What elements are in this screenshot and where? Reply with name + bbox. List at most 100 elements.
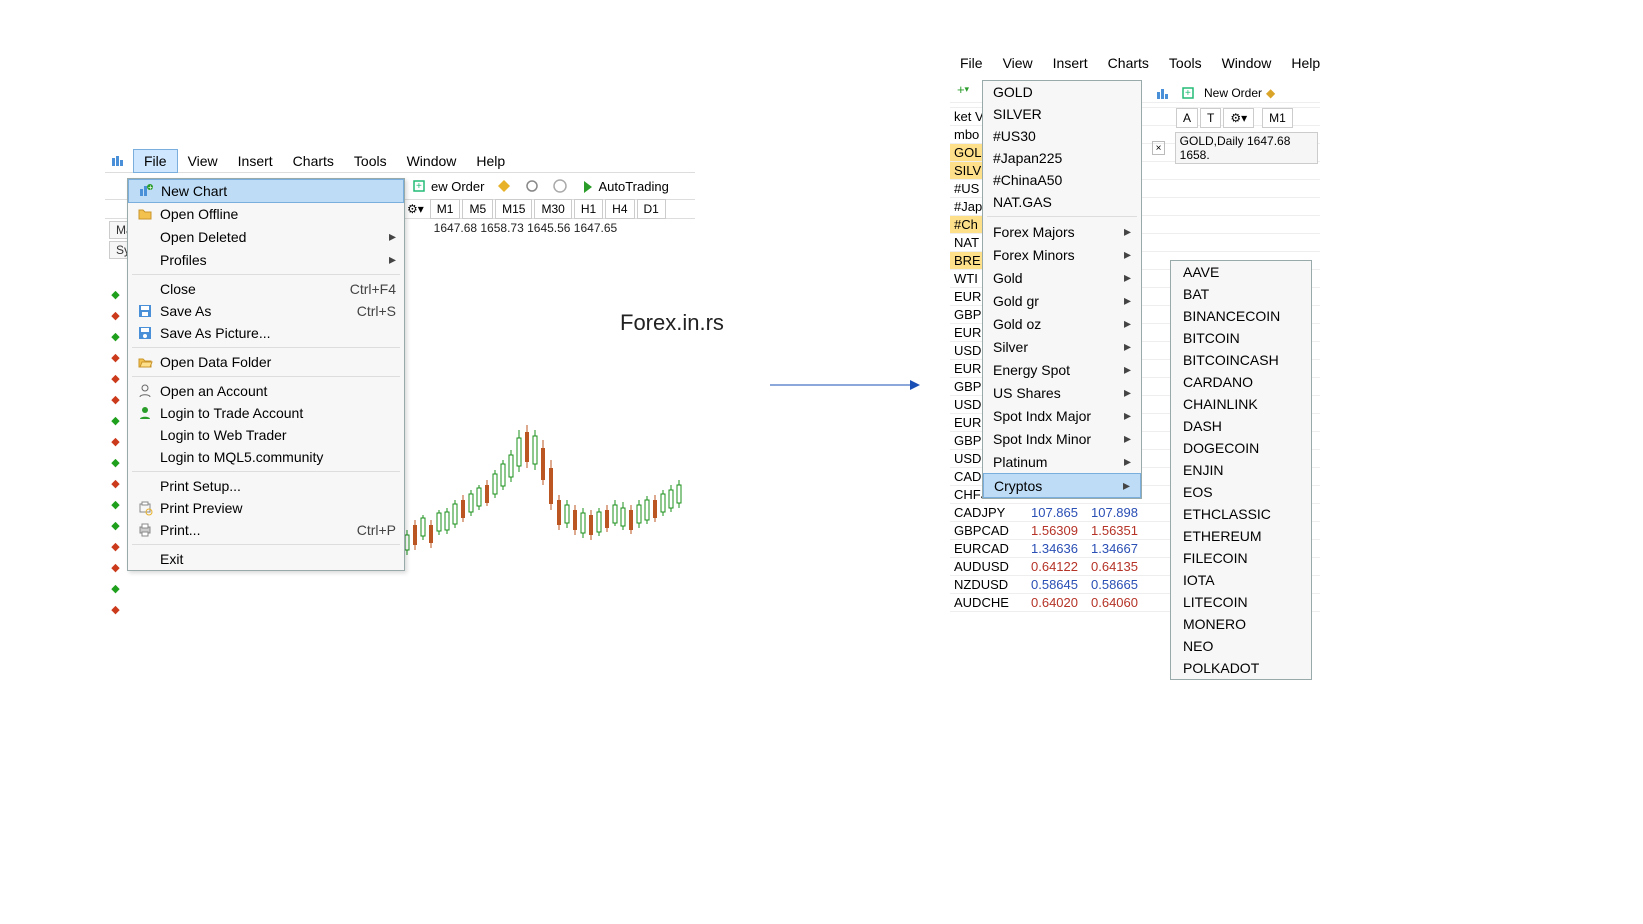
submenu-item-silver[interactable]: Silver▸ [983,335,1141,358]
menu-item-open-deleted[interactable]: Open Deleted▸ [128,225,404,248]
chart-icon[interactable] [1152,82,1174,104]
menu-tools-right[interactable]: Tools [1159,52,1212,74]
tf-m30[interactable]: M30 [534,199,571,219]
menu-charts[interactable]: Charts [283,150,344,172]
diamond-icon-right[interactable]: ◆ [1266,86,1275,100]
submenu-item-gold-gr[interactable]: Gold gr▸ [983,289,1141,312]
settings-icon[interactable]: ⚙▾ [407,202,424,216]
tf-m15[interactable]: M15 [495,199,532,219]
crypto-item-monero[interactable]: MONERO [1171,613,1311,635]
submenu-item-forex-minors[interactable]: Forex Minors▸ [983,243,1141,266]
chevron-right-icon: ▸ [1124,453,1131,470]
crypto-item-eos[interactable]: EOS [1171,481,1311,503]
crypto-item-dash[interactable]: DASH [1171,415,1311,437]
crypto-item-polkadot[interactable]: POLKADOT [1171,657,1311,679]
tf-m5[interactable]: M5 [462,199,493,219]
menu-insert-right[interactable]: Insert [1043,52,1098,74]
new-chart-submenu[interactable]: GOLDSILVER#US30#Japan225#ChinaA50NAT.GAS… [982,80,1142,499]
crypto-item-neo[interactable]: NEO [1171,635,1311,657]
menu-item-login-to-trade-account[interactable]: Login to Trade Account [128,402,404,424]
submenu-item-us-shares[interactable]: US Shares▸ [983,381,1141,404]
tf-m1[interactable]: M1 [430,199,461,219]
arrow-up-icon: ◆ [107,515,124,536]
autotrading-button[interactable]: AutoTrading [574,176,674,197]
arrow-up-icon: ◆ [107,410,124,431]
menu-window-right[interactable]: Window [1212,52,1282,74]
tf-d1[interactable]: D1 [637,199,666,219]
submenu-item-gold[interactable]: Gold▸ [983,266,1141,289]
close-icon[interactable]: × [1152,141,1165,155]
menu-item-login-to-mql5-community[interactable]: Login to MQL5.community [128,446,404,468]
tf-h4[interactable]: H4 [605,199,634,219]
submenu-item-spot-indx-minor[interactable]: Spot Indx Minor▸ [983,427,1141,450]
menu-item-save-as-picture-[interactable]: Save As Picture... [128,322,404,344]
menu-item-new-chart[interactable]: +New Chart [128,179,404,203]
menu-item-print-setup-[interactable]: Print Setup... [128,475,404,497]
submenu-item-silver[interactable]: SILVER [983,103,1141,125]
tf-h1[interactable]: H1 [574,199,603,219]
menu-view[interactable]: View [178,150,228,172]
globe-icon[interactable] [546,175,574,197]
menu-item-open-an-account[interactable]: Open an Account [128,380,404,402]
chevron-right-icon: ▸ [1124,338,1131,355]
settings-icon-right[interactable]: ⚙▾ [1223,108,1254,128]
price-line: 1647.68 1658.73 1645.56 1647.65 [434,221,618,239]
crypto-item-ethclassic[interactable]: ETHCLASSIC [1171,503,1311,525]
submenu-item-nat-gas[interactable]: NAT.GAS [983,191,1141,213]
menu-insert[interactable]: Insert [228,150,283,172]
menu-file[interactable]: File [133,149,178,173]
submenu-item-spot-indx-major[interactable]: Spot Indx Major▸ [983,404,1141,427]
tf-m1-right[interactable]: M1 [1262,108,1293,128]
menu-item-exit[interactable]: Exit [128,548,404,570]
crypto-item-cardano[interactable]: CARDANO [1171,371,1311,393]
menu-window[interactable]: Window [397,150,467,172]
cryptos-submenu[interactable]: AAVEBATBINANCECOINBITCOINBITCOINCASHCARD… [1170,260,1312,680]
crypto-item-litecoin[interactable]: LITECOIN [1171,591,1311,613]
expert-icon[interactable] [518,175,546,197]
chevron-right-icon: ▸ [1124,384,1131,401]
menu-help[interactable]: Help [466,150,515,172]
plus-dropdown-icon[interactable]: +▾ [952,78,974,100]
submenu-item--japan225[interactable]: #Japan225 [983,147,1141,169]
submenu-item-platinum[interactable]: Platinum▸ [983,450,1141,473]
menu-item-close[interactable]: CloseCtrl+F4 [128,278,404,300]
submenu-item-energy-spot[interactable]: Energy Spot▸ [983,358,1141,381]
crypto-item-enjin[interactable]: ENJIN [1171,459,1311,481]
text-a-button[interactable]: A [1176,108,1198,128]
menu-charts-right[interactable]: Charts [1098,52,1159,74]
menu-item-print-[interactable]: Print...Ctrl+P [128,519,404,541]
submenu-item-gold-oz[interactable]: Gold oz▸ [983,312,1141,335]
file-menu-dropdown[interactable]: +New ChartOpen OfflineOpen Deleted▸Profi… [127,178,405,571]
menu-help-right[interactable]: Help [1281,52,1330,74]
menu-item-profiles[interactable]: Profiles▸ [128,248,404,271]
crypto-item-ethereum[interactable]: ETHEREUM [1171,525,1311,547]
submenu-item--us30[interactable]: #US30 [983,125,1141,147]
crypto-item-bat[interactable]: BAT [1171,283,1311,305]
text-t-button[interactable]: T [1200,108,1221,128]
crypto-item-iota[interactable]: IOTA [1171,569,1311,591]
neworder-icon[interactable]: + [1178,82,1200,104]
menu-item-login-to-web-trader[interactable]: Login to Web Trader [128,424,404,446]
crypto-item-binancecoin[interactable]: BINANCECOIN [1171,305,1311,327]
diamond-icon[interactable] [490,175,518,197]
menu-item-open-offline[interactable]: Open Offline [128,203,404,225]
submenu-item-cryptos[interactable]: Cryptos▸ [983,473,1141,498]
new-order-button[interactable]: + ew Order [407,176,490,197]
crypto-item-filecoin[interactable]: FILECOIN [1171,547,1311,569]
chart-plus-icon: + [131,183,161,199]
crypto-item-dogecoin[interactable]: DOGECOIN [1171,437,1311,459]
menu-tools[interactable]: Tools [344,150,397,172]
crypto-item-chainlink[interactable]: CHAINLINK [1171,393,1311,415]
menu-item-open-data-folder[interactable]: Open Data Folder [128,351,404,373]
menu-item-save-as[interactable]: Save AsCtrl+S [128,300,404,322]
submenu-item-forex-majors[interactable]: Forex Majors▸ [983,220,1141,243]
crypto-item-aave[interactable]: AAVE [1171,261,1311,283]
new-order-button-right[interactable]: New Order [1204,86,1262,100]
submenu-item--chinaa50[interactable]: #ChinaA50 [983,169,1141,191]
menu-item-print-preview[interactable]: Print Preview [128,497,404,519]
crypto-item-bitcoincash[interactable]: BITCOINCASH [1171,349,1311,371]
crypto-item-bitcoin[interactable]: BITCOIN [1171,327,1311,349]
menu-file-right[interactable]: File [950,52,993,74]
submenu-item-gold[interactable]: GOLD [983,81,1141,103]
menu-view-right[interactable]: View [993,52,1043,74]
